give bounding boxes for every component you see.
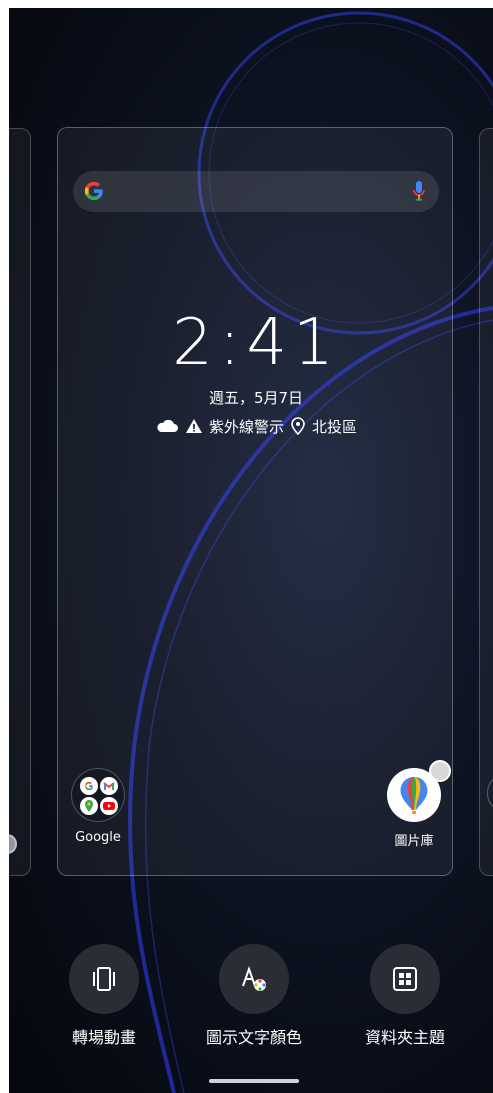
google-folder-label: Google xyxy=(75,830,121,845)
gallery-label: 圖片庫 xyxy=(394,834,434,849)
icon-text-color-button[interactable]: 圖示文字顏色 xyxy=(194,944,314,1048)
google-mini-icon xyxy=(80,777,98,795)
adjacent-page-left[interactable] xyxy=(9,128,31,876)
gmail-mini-icon xyxy=(100,777,118,795)
google-g-icon xyxy=(84,181,103,201)
clock-time: 2:41 xyxy=(172,306,340,380)
weather-alert-text: 紫外線警示 xyxy=(208,417,284,436)
screen: 2:41 週五，5月7日 紫外線警示 北投區 Google 圖片庫 轉場動畫 圖… xyxy=(9,8,493,1093)
google-folder[interactable]: Google xyxy=(58,768,138,845)
transition-label: 轉場動畫 xyxy=(71,1028,136,1047)
notification-badge xyxy=(429,760,451,782)
weather-line: 紫外線警示 北投區 xyxy=(58,415,454,437)
icon-color-icon-circle xyxy=(219,944,289,1014)
transition-icon xyxy=(93,967,115,991)
search-bar[interactable] xyxy=(73,171,439,212)
adjacent-page-right[interactable] xyxy=(479,128,493,876)
folder-theme-label: 資料夾主題 xyxy=(364,1028,445,1047)
gallery-app[interactable]: 圖片庫 xyxy=(374,760,454,849)
gallery-icon xyxy=(387,760,451,822)
font-color-icon xyxy=(242,965,266,991)
folder-theme-icon-circle xyxy=(370,944,440,1014)
clock-date: 週五，5月7日 xyxy=(208,389,304,407)
folder-grid-icon xyxy=(393,967,417,991)
icon-text-color-label: 圖示文字顏色 xyxy=(205,1028,302,1047)
home-indicator[interactable] xyxy=(209,1079,299,1083)
youtube-mini-icon xyxy=(100,797,118,815)
google-folder-icon xyxy=(71,768,125,822)
warning-icon xyxy=(185,419,202,433)
folder-theme-button[interactable]: 資料夾主題 xyxy=(345,944,465,1048)
cloud-icon xyxy=(157,419,178,432)
transition-animation-button[interactable]: 轉場動畫 xyxy=(44,944,164,1048)
maps-mini-icon xyxy=(80,797,98,815)
mic-icon[interactable] xyxy=(412,180,426,202)
home-preview-card[interactable]: 2:41 週五，5月7日 紫外線警示 北投區 Google 圖片庫 xyxy=(57,127,453,876)
transition-icon-circle xyxy=(69,944,139,1014)
location-text: 北投區 xyxy=(312,417,358,436)
location-pin-icon xyxy=(291,417,305,435)
